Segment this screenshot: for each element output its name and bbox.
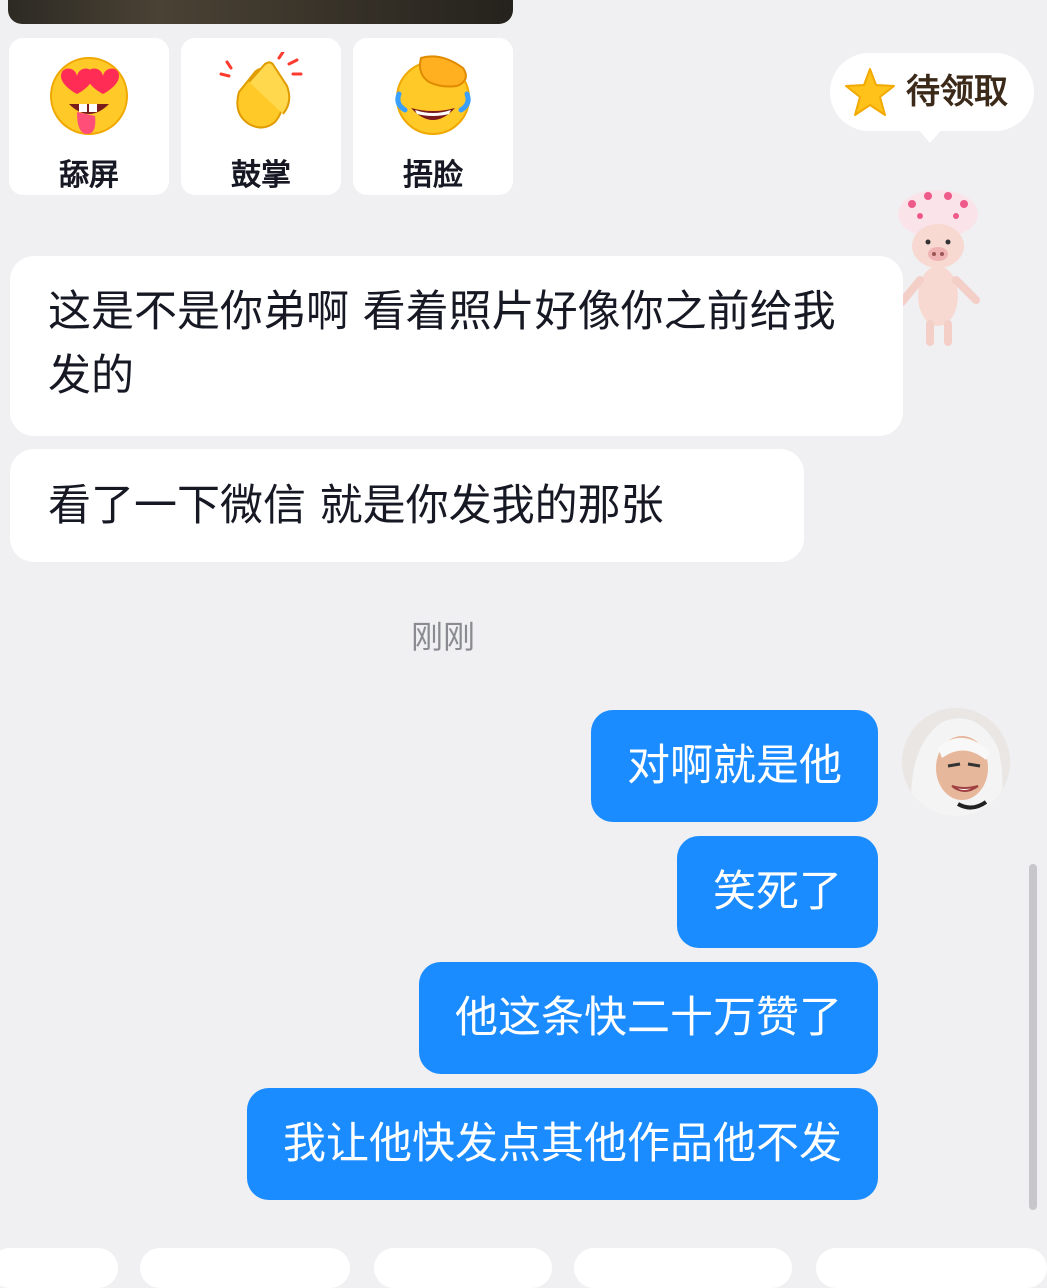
quick-reply-chip[interactable] [140,1248,350,1288]
message-text: 他这条快二十万赞了 [455,993,842,1043]
quick-reply-chip[interactable] [816,1248,1047,1288]
outgoing-message-bubble[interactable]: 他这条快二十万赞了 [419,962,878,1074]
shared-photo-preview[interactable] [8,0,513,24]
outgoing-message-bubble[interactable]: 我让他快发点其他作品他不发 [247,1088,878,1200]
message-text: 笑死了 [713,867,842,917]
reaction-label: 鼓掌 [231,158,291,193]
clapping-hands-emoji-icon [219,52,303,129]
reaction-label: 舔屏 [59,158,119,193]
message-timestamp: 刚刚 [410,618,475,656]
pending-reward-button[interactable]: 待领取 [830,53,1034,143]
incoming-message-bubble[interactable]: 这是不是你弟啊 看着照片好像你之前给我发的 [10,256,903,436]
facepalm-laughing-emoji-icon [395,55,471,135]
reaction-clap-button[interactable]: 鼓掌 [181,38,341,195]
message-text: 对啊就是他 [627,741,842,791]
star-icon [845,68,895,116]
quick-reply-chip[interactable] [374,1248,552,1288]
pending-reward-label: 待领取 [906,72,1008,112]
portrait-avatar-icon [902,708,1010,816]
outgoing-message-bubble[interactable]: 对啊就是他 [591,710,878,822]
reaction-facepalm-button[interactable]: 捂脸 [353,38,513,195]
reaction-label: 捂脸 [403,158,463,193]
heart-eyes-tongue-emoji-icon [50,57,128,135]
scrollbar-thumb[interactable] [1029,864,1037,1210]
message-text: 这是不是你弟啊 看着照片好像你之前给我发的 [48,287,836,401]
incoming-message-bubble[interactable]: 看了一下微信 就是你发我的那张 [10,449,804,562]
user-avatar[interactable] [902,708,1010,816]
message-text: 看了一下微信 就是你发我的那张 [48,481,664,531]
pig-sticker-avatar[interactable] [890,184,990,354]
quick-reply-chip[interactable] [574,1248,792,1288]
outgoing-message-bubble[interactable]: 笑死了 [677,836,878,948]
reaction-lick-screen-button[interactable]: 舔屏 [9,38,169,195]
quick-reply-chip[interactable] [0,1248,118,1288]
message-text: 我让他快发点其他作品他不发 [283,1119,842,1169]
